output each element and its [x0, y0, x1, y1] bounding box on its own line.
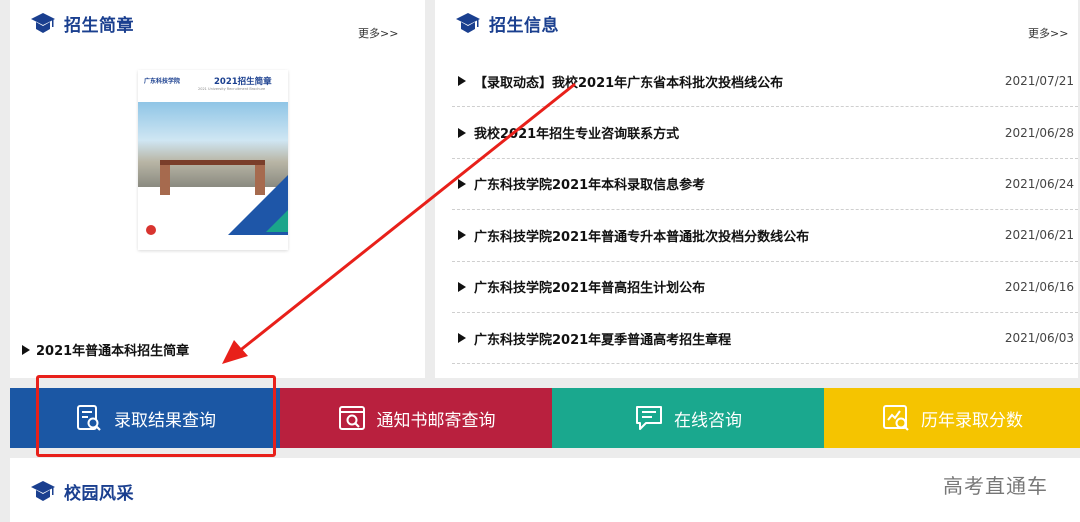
online-consult-label: 在线咨询 — [674, 410, 742, 431]
news-date: 2021/07/21 — [1004, 74, 1074, 89]
triangle-bullet-icon — [458, 127, 466, 138]
brochure-link[interactable]: 2021年普通本科招生简章 — [22, 340, 189, 359]
admission-result-button[interactable]: 录取结果查询 — [10, 388, 280, 448]
school-seal-icon — [146, 225, 156, 235]
past-scores-label: 历年录取分数 — [921, 410, 1023, 431]
triangle-bullet-icon — [458, 333, 466, 344]
news-title: 广东科技学院2021年本科录取信息参考 — [474, 178, 706, 194]
brochure-link-text: 2021年普通本科招生简章 — [36, 344, 190, 359]
admission-result-label: 录取结果查询 — [114, 410, 216, 431]
campus-section-header: 校园风采 — [30, 478, 134, 504]
watermark-text: 高考直通车 — [943, 474, 1048, 498]
news-title: 我校2021年招生专业咨询联系方式 — [474, 127, 680, 143]
quick-button-row: 录取结果查询 通知书邮寄查询 在线咨询 历年录取分数 — [10, 388, 1080, 448]
triangle-bullet-icon — [22, 344, 30, 355]
browser-search-icon — [338, 406, 365, 430]
news-date: 2021/06/28 — [1004, 125, 1074, 140]
brochure-section-title: 招生简章 — [64, 15, 134, 36]
news-section-title: 招生信息 — [489, 15, 559, 36]
news-title: 广东科技学院2021年夏季普通高考招生章程 — [474, 332, 732, 348]
online-consult-button[interactable]: 在线咨询 — [552, 388, 824, 448]
news-date: 2021/06/24 — [1004, 176, 1074, 191]
notice-mail-label: 通知书邮寄查询 — [376, 410, 496, 431]
chart-search-icon — [883, 405, 909, 431]
news-item[interactable]: 广东科技学院2021年本科录取信息参考 2021/06/24 — [452, 159, 1078, 211]
notice-mail-button[interactable]: 通知书邮寄查询 — [280, 388, 552, 448]
news-title: 广东科技学院2021年普通专升本普通批次投档分数线公布 — [474, 229, 810, 245]
brochure-cover-logo: 广东科技学院 — [144, 78, 181, 85]
chat-bubble-icon — [636, 406, 662, 430]
brochure-cover-image[interactable]: 广东科技学院 2021招生简章 2021 University Recruitm… — [138, 70, 288, 250]
news-item[interactable]: 【录取动态】我校2021年广东省本科批次投档线公布 2021/07/21 — [452, 56, 1078, 108]
brochure-section-header: 招生简章 — [30, 10, 134, 36]
triangle-bullet-icon — [458, 281, 466, 292]
news-list: 【录取动态】我校2021年广东省本科批次投档线公布 2021/07/21 我校2… — [452, 56, 1078, 365]
news-item[interactable]: 广东科技学院2021年普高招生计划公布 2021/06/16 — [452, 262, 1078, 313]
graduation-cap-icon — [31, 13, 55, 33]
news-title: 【录取动态】我校2021年广东省本科批次投档线公布 — [474, 75, 784, 91]
news-more-link[interactable]: 更多>> — [1028, 25, 1068, 41]
campus-section-title: 校园风采 — [64, 483, 134, 504]
brochure-cover-title: 2021招生简章 — [214, 77, 272, 87]
news-item[interactable]: 我校2021年招生专业咨询联系方式 2021/06/28 — [452, 107, 1078, 159]
news-date: 2021/06/16 — [1004, 279, 1074, 294]
graduation-cap-icon — [31, 481, 55, 501]
campus-panel — [10, 458, 1080, 522]
news-date: 2021/06/03 — [1004, 331, 1074, 346]
triangle-bullet-icon — [458, 76, 466, 87]
brochure-more-link[interactable]: 更多>> — [358, 25, 398, 41]
triangle-bullet-icon — [458, 178, 466, 189]
news-title: 广东科技学院2021年普高招生计划公布 — [474, 281, 706, 297]
triangle-bullet-icon — [458, 230, 466, 241]
news-date: 2021/06/21 — [1004, 228, 1074, 243]
news-item[interactable]: 广东科技学院2021年普通专升本普通批次投档分数线公布 2021/06/21 — [452, 210, 1078, 262]
news-section-header: 招生信息 — [455, 10, 559, 36]
brochure-cover-subtitle: 2021 University Recruitment Brochure — [198, 87, 266, 91]
past-scores-button[interactable]: 历年录取分数 — [824, 388, 1080, 448]
news-item[interactable]: 广东科技学院2021年夏季普通高考招生章程 2021/06/03 — [452, 313, 1078, 365]
search-document-icon — [77, 405, 101, 431]
graduation-cap-icon — [456, 13, 480, 33]
